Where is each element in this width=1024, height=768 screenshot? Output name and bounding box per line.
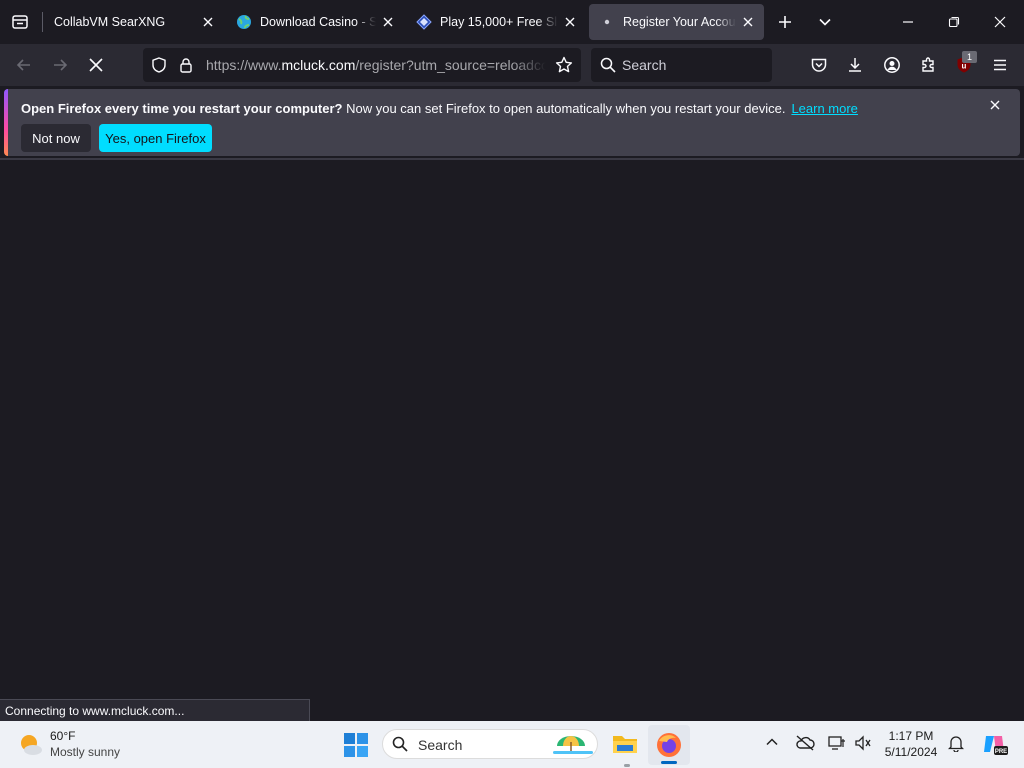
tab-register-account[interactable]: Register Your Account [589, 4, 764, 40]
new-tab-button[interactable] [771, 8, 799, 36]
tab-download-casino[interactable]: Download Casino - Software [226, 4, 404, 40]
windows-logo-icon [344, 733, 368, 757]
stop-icon [89, 58, 103, 72]
navigation-toolbar: https://www.mcluck.com/register?utm_sour… [0, 44, 1024, 86]
weather-temperature: 60°F [50, 729, 76, 743]
arrow-left-icon [16, 59, 30, 71]
back-button[interactable] [10, 51, 38, 79]
plus-icon [779, 16, 791, 28]
account-icon [884, 57, 900, 73]
weather-condition: Mostly sunny [50, 745, 121, 759]
search-placeholder: Search [622, 57, 667, 73]
notification-bell-icon[interactable] [948, 734, 964, 752]
copilot-icon[interactable]: PRE [980, 730, 1008, 758]
chevron-down-icon [819, 18, 831, 26]
tab-title: Register Your Account [623, 15, 736, 29]
downloads-button[interactable] [841, 51, 869, 79]
hamburger-menu-icon [994, 59, 1006, 71]
file-explorer-taskbar-button[interactable] [611, 730, 639, 758]
stop-button[interactable] [82, 51, 110, 79]
globe-favicon-icon [236, 14, 252, 30]
download-icon [849, 58, 861, 72]
close-tab-icon[interactable] [380, 14, 396, 30]
close-tab-icon[interactable] [562, 14, 578, 30]
firefox-logo-icon [657, 733, 681, 757]
puzzle-piece-icon [922, 57, 934, 72]
url-host: mcluck.com [281, 57, 356, 73]
tab-title: Play 15,000+ Free Slot Games [440, 15, 558, 29]
beach-umbrella-icon [551, 732, 595, 756]
tab-separator [42, 12, 43, 32]
notification-body: Now you can set Firefox to open automati… [346, 101, 786, 116]
clock-date: 5/11/2024 [884, 745, 938, 759]
clock-time: 1:17 PM [888, 729, 934, 743]
folder-icon [613, 736, 637, 753]
pocket-icon [811, 58, 827, 72]
firefox-view-button[interactable] [6, 8, 34, 36]
close-notification-icon[interactable] [990, 100, 1000, 110]
list-all-tabs-button[interactable] [811, 8, 839, 36]
pocket-button[interactable] [805, 51, 833, 79]
loading-dot-icon [599, 14, 615, 30]
onedrive-offline-icon[interactable] [795, 735, 815, 751]
arrow-right-icon [54, 59, 68, 71]
slots-favicon-icon [416, 14, 432, 30]
close-window-button[interactable] [986, 8, 1014, 36]
taskbar-search-box[interactable]: Search [382, 729, 598, 759]
close-tab-icon[interactable] [200, 14, 216, 30]
forward-button[interactable] [46, 51, 74, 79]
taskbar-search-label: Search [418, 737, 463, 753]
minimize-icon [903, 21, 913, 23]
not-now-button[interactable]: Not now [21, 124, 91, 152]
volume-muted-icon[interactable] [854, 735, 872, 751]
tab-play-free-slots[interactable]: Play 15,000+ Free Slot Games [406, 4, 586, 40]
close-icon [994, 16, 1006, 28]
url-prefix: https://www. [206, 57, 282, 73]
learn-more-link[interactable]: Learn more [791, 101, 857, 116]
notification-title: Open Firefox every time you restart your… [21, 101, 343, 116]
windows-taskbar: 60°F Mostly sunny Search 1:17 PM 5/11/20… [0, 721, 1024, 768]
url-path: /register?utm_source=reloadcode [355, 57, 546, 73]
extensions-button[interactable] [914, 51, 942, 79]
app-menu-button[interactable] [986, 51, 1014, 79]
bookmark-star-icon[interactable] [555, 56, 573, 74]
extension-badge: 1 [962, 51, 977, 63]
notification-message: Open Firefox every time you restart your… [21, 101, 858, 116]
search-icon [392, 736, 408, 752]
tracking-protection-shield-icon[interactable] [151, 57, 167, 73]
tab-collabvm-searxng[interactable]: CollabVM SearXNG [44, 4, 224, 40]
page-content-area[interactable] [0, 160, 1024, 699]
sun-cloud-icon [18, 732, 44, 758]
start-button[interactable] [343, 732, 369, 758]
notification-accent-stripe [4, 89, 8, 156]
status-panel: Connecting to www.mcluck.com... [0, 699, 310, 721]
search-icon [600, 57, 616, 73]
firefox-view-icon [12, 15, 28, 29]
yes-open-firefox-button[interactable]: Yes, open Firefox [99, 124, 212, 152]
minimize-button[interactable] [894, 8, 922, 36]
svg-text:PRE: PRE [995, 749, 1007, 755]
status-text: Connecting to www.mcluck.com... [5, 704, 185, 718]
url-bar[interactable]: https://www.mcluck.com/register?utm_sour… [143, 48, 581, 82]
firefox-taskbar-button[interactable] [648, 725, 690, 765]
active-app-indicator [661, 761, 677, 764]
display-network-icon[interactable] [828, 735, 846, 751]
tab-title: Download Casino - Software [260, 15, 376, 29]
url-text[interactable]: https://www.mcluck.com/register?utm_sour… [206, 57, 546, 73]
account-button[interactable] [878, 51, 906, 79]
running-indicator [624, 764, 630, 767]
restore-button[interactable] [940, 8, 968, 36]
close-tab-icon[interactable] [740, 14, 756, 30]
show-hidden-icons-chevron-up-icon[interactable] [765, 735, 779, 749]
lock-icon[interactable] [178, 57, 194, 73]
search-bar[interactable]: Search [591, 48, 772, 82]
notification-bar: Open Firefox every time you restart your… [4, 89, 1020, 156]
restore-icon [948, 16, 960, 28]
tab-title: CollabVM SearXNG [54, 15, 166, 29]
tab-strip: CollabVM SearXNG Download Casino - Softw… [0, 0, 1024, 44]
